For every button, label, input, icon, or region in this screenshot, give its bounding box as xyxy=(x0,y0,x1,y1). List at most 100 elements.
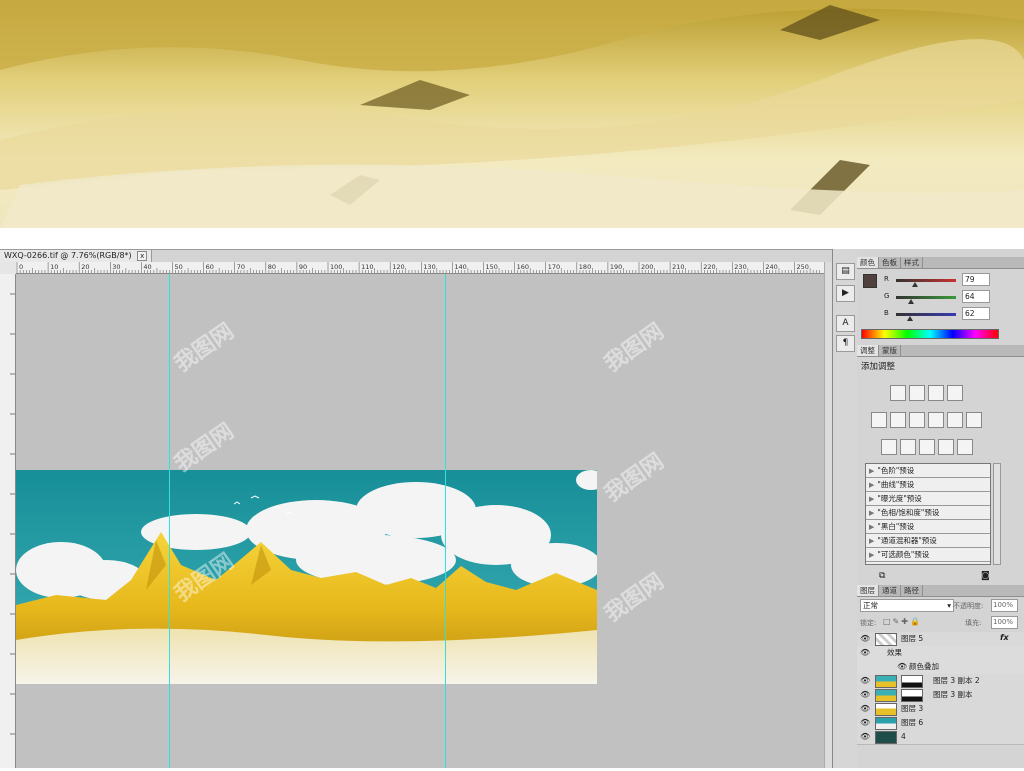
layer-effect-row[interactable]: 👁 颜色叠加 xyxy=(857,660,1024,675)
ruler-tick-label: 160 xyxy=(517,263,529,271)
red-slider[interactable]: R 79 xyxy=(882,273,1022,287)
layer-row[interactable]: 👁 图层 3 xyxy=(857,702,1024,717)
ruler-tick-label: 250 xyxy=(797,263,809,271)
levels-icon[interactable] xyxy=(909,385,925,401)
threshold-icon[interactable] xyxy=(919,439,935,455)
preset-item[interactable]: ▶ "可选颜色"预设 xyxy=(866,548,990,562)
layer-row[interactable]: 👁 图层 6 xyxy=(857,716,1024,731)
actions-icon[interactable]: ▶ xyxy=(836,285,855,302)
tab-styles[interactable]: 样式 xyxy=(901,257,923,268)
curves-icon[interactable] xyxy=(928,385,944,401)
foreground-color-swatch[interactable] xyxy=(863,274,877,288)
vibrance-icon[interactable] xyxy=(871,412,887,428)
tab-channels[interactable]: 通道 xyxy=(879,585,901,596)
ruler-tick-label: 130 xyxy=(423,263,435,271)
eye-icon[interactable]: 👁 xyxy=(860,732,870,741)
eye-icon[interactable]: 👁 xyxy=(860,718,870,727)
vertical-guide[interactable] xyxy=(445,274,446,768)
layer-row[interactable]: 👁 4 xyxy=(857,730,1024,745)
eye-icon[interactable]: 👁 xyxy=(860,704,870,713)
tab-paths[interactable]: 路径 xyxy=(901,585,923,596)
new-adjustment-icon[interactable]: ⧉ xyxy=(879,571,885,581)
green-track[interactable] xyxy=(896,296,956,299)
gradient-map-icon[interactable] xyxy=(938,439,954,455)
tab-masks[interactable]: 蒙版 xyxy=(879,345,901,356)
eye-icon[interactable]: 👁 xyxy=(897,662,907,671)
red-value-field[interactable]: 79 xyxy=(962,273,990,286)
tab-adjustments[interactable]: 调整 xyxy=(857,345,879,356)
layer-name[interactable]: 图层 6 xyxy=(901,717,923,729)
layer-name[interactable]: 图层 3 xyxy=(901,703,923,715)
preset-item[interactable]: ▶ "色相/饱和度"预设 xyxy=(866,506,990,520)
color-spectrum-bar[interactable] xyxy=(861,329,999,339)
layer-row[interactable]: 👁 图层 5 fx xyxy=(857,632,1024,647)
ruler-tick-label: 190 xyxy=(610,263,622,271)
ruler-tick-label: 180 xyxy=(579,263,591,271)
vertical-ruler[interactable] xyxy=(0,274,16,768)
expand-arrow-icon: ▶ xyxy=(869,481,875,489)
opacity-field[interactable]: 100% xyxy=(991,599,1018,612)
posterize-icon[interactable] xyxy=(900,439,916,455)
green-slider[interactable]: G 64 xyxy=(882,290,1022,304)
layer-row[interactable]: 👁 图层 3 副本 xyxy=(857,688,1024,703)
clip-layer-icon[interactable]: ◙ xyxy=(981,571,990,581)
layer-name[interactable]: 图层 3 副本 2 xyxy=(933,675,980,687)
fill-field[interactable]: 100% xyxy=(991,616,1018,629)
eye-icon[interactable]: 👁 xyxy=(860,648,870,657)
black-white-icon[interactable] xyxy=(928,412,944,428)
blue-thumb[interactable] xyxy=(907,316,914,321)
presets-scrollbar[interactable] xyxy=(993,463,1001,565)
preset-label: "曝光度"预设 xyxy=(877,494,922,503)
layer-name[interactable]: 4 xyxy=(901,731,906,743)
preset-item[interactable]: ▶ "曲线"预设 xyxy=(866,478,990,492)
selective-color-icon[interactable] xyxy=(957,439,973,455)
horizontal-ruler[interactable]: 0 10 20 30 40 50 60 70 80 90 100 110 120 130 140 150 160… xyxy=(16,262,824,274)
photo-filter-icon[interactable] xyxy=(947,412,963,428)
vertical-guide[interactable] xyxy=(169,274,170,768)
canvas-document-image[interactable] xyxy=(16,470,597,684)
green-value-field[interactable]: 64 xyxy=(962,290,990,303)
preset-item[interactable]: ▶ "通道混和器"预设 xyxy=(866,534,990,548)
eye-icon[interactable]: 👁 xyxy=(860,676,870,685)
red-thumb[interactable] xyxy=(911,282,918,287)
fx-icon[interactable]: fx xyxy=(1000,633,1009,642)
ruler-tick-label: 0 xyxy=(19,263,23,271)
color-balance-icon[interactable] xyxy=(909,412,925,428)
blend-mode-select[interactable]: 正常 ▾ xyxy=(860,599,954,612)
channel-mixer-icon[interactable] xyxy=(966,412,982,428)
layer-name[interactable]: 图层 5 xyxy=(901,633,923,645)
ruler-tick-label: 40 xyxy=(143,263,151,271)
ruler-tick-label: 80 xyxy=(268,263,276,271)
layer-effects-row[interactable]: 👁 效果 xyxy=(857,646,1024,661)
layer-thumbnail xyxy=(875,731,897,744)
document-tab[interactable]: WXQ-0266.tif @ 7.76%(RGB/8*) x xyxy=(0,250,153,262)
close-icon[interactable]: x xyxy=(137,250,148,261)
lock-icons[interactable]: □✎✚🔒 xyxy=(883,617,922,626)
preset-item[interactable]: ▶ "黑白"预设 xyxy=(866,520,990,534)
expand-arrow-icon: ▶ xyxy=(869,523,875,531)
layer-row[interactable]: 👁 图层 3 副本 2 xyxy=(857,674,1024,689)
invert-icon[interactable] xyxy=(881,439,897,455)
blue-value-field[interactable]: 62 xyxy=(962,307,990,320)
blue-track[interactable] xyxy=(896,313,956,316)
hue-saturation-icon[interactable] xyxy=(890,412,906,428)
green-label: G xyxy=(884,292,890,300)
paragraph-icon[interactable]: ¶ xyxy=(836,335,855,352)
green-thumb[interactable] xyxy=(908,299,914,304)
eye-icon[interactable]: 👁 xyxy=(860,634,870,643)
brightness-contrast-icon[interactable] xyxy=(890,385,906,401)
preset-item[interactable]: ▶ "曝光度"预设 xyxy=(866,492,990,506)
opacity-label: 不透明度: xyxy=(953,602,984,610)
tab-color[interactable]: 颜色 xyxy=(857,257,879,268)
exposure-icon[interactable] xyxy=(947,385,963,401)
red-track[interactable] xyxy=(896,279,956,282)
blue-slider[interactable]: B 62 xyxy=(882,307,1022,321)
tab-layers[interactable]: 图层 xyxy=(857,585,879,596)
preset-item[interactable]: ▶ "色阶"预设 xyxy=(866,464,990,478)
layer-name[interactable]: 图层 3 副本 xyxy=(933,689,973,701)
character-icon[interactable]: A xyxy=(836,315,855,332)
tab-swatches[interactable]: 色板 xyxy=(879,257,901,268)
eye-icon[interactable]: 👁 xyxy=(860,690,870,699)
effects-label: 效果 xyxy=(887,648,902,657)
history-icon[interactable]: ▤ xyxy=(836,263,855,280)
